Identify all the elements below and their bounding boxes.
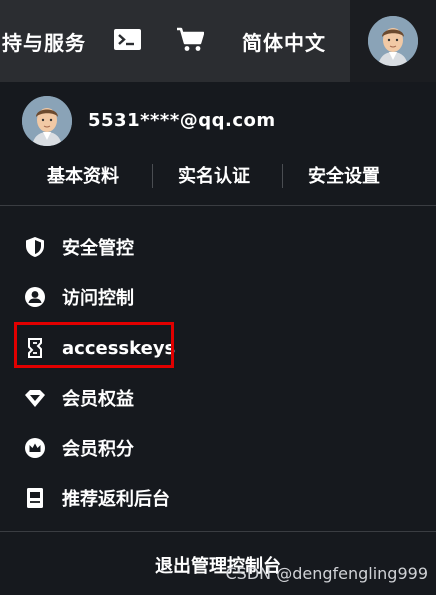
menu-item-referral-backend[interactable]: 推荐返利后台 [0, 478, 436, 518]
menu-item-accesskeys[interactable]: accesskeys [0, 328, 436, 368]
basic-info-link[interactable]: 基本资料 [47, 158, 119, 192]
divider [152, 164, 153, 188]
support-services-label: 持与服务 [2, 30, 86, 55]
menu-item-member-points[interactable]: 会员积分 [0, 428, 436, 468]
divider [0, 205, 436, 206]
security-settings-link[interactable]: 安全设置 [308, 158, 380, 192]
cart-button[interactable] [172, 0, 208, 82]
menu-item-label: accesskeys [62, 337, 176, 359]
menu-item-label: 会员积分 [62, 439, 134, 460]
shield-icon [24, 236, 46, 258]
terminal-icon [113, 28, 141, 54]
terminal-button[interactable] [108, 0, 146, 82]
cart-icon [176, 26, 205, 56]
avatar-icon [368, 16, 418, 66]
profile-links: 基本资料 实名认证 安全设置 [0, 158, 436, 192]
divider [0, 531, 436, 532]
menu-item-access-control[interactable]: 访问控制 [0, 277, 436, 317]
key-frame-icon [24, 337, 46, 359]
user-circle-icon [24, 286, 46, 308]
support-services-menu[interactable]: 持与服务 [0, 0, 86, 82]
watermark: CSDN @dengfengling999 [225, 564, 429, 583]
menu-item-label: 安全管控 [62, 238, 134, 259]
document-icon [24, 487, 46, 509]
diamond-icon [24, 387, 46, 409]
menu-item-member-benefits[interactable]: 会员权益 [0, 378, 436, 418]
account-menu-button[interactable] [350, 0, 436, 82]
menu-item-security-control[interactable]: 安全管控 [0, 227, 436, 267]
account-email: 5531****@qq.com [88, 110, 276, 131]
profile-avatar [22, 96, 72, 146]
menu-item-label: 推荐返利后台 [62, 489, 170, 510]
divider [282, 164, 283, 188]
menu-item-label: 访问控制 [62, 288, 134, 309]
language-selector[interactable]: 简体中文 [236, 0, 332, 82]
menu-item-label: 会员权益 [62, 389, 134, 410]
real-name-auth-link[interactable]: 实名认证 [178, 158, 250, 192]
top-bar: 持与服务 简体中文 [0, 0, 436, 82]
crown-icon [24, 437, 46, 459]
language-label: 简体中文 [242, 30, 326, 55]
